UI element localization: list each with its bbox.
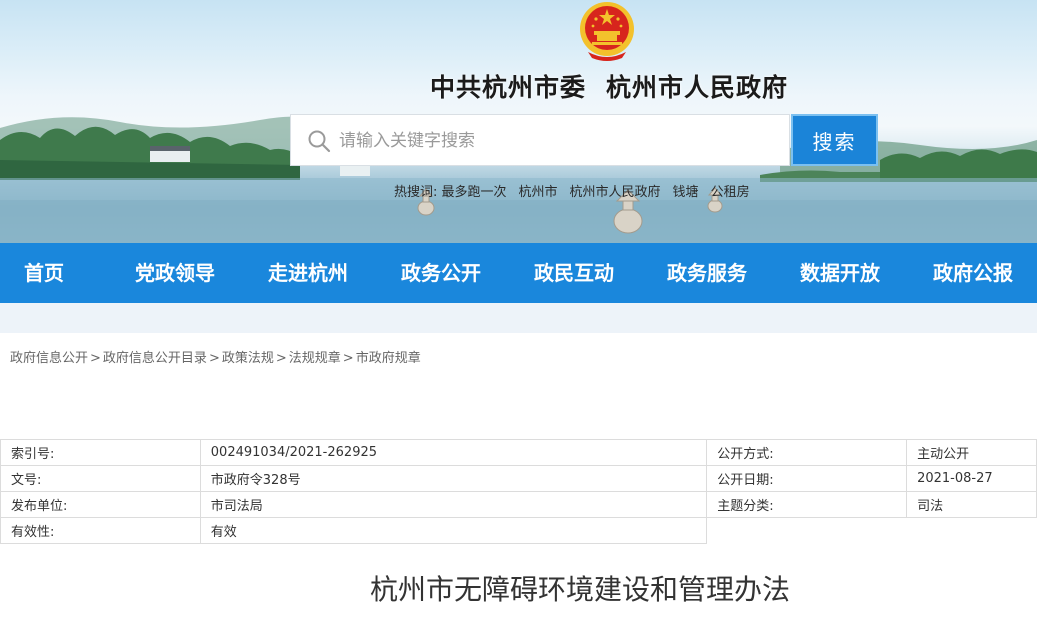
hot-search-words: 热搜词: 最多跑一次 杭州市 杭州市人民政府 钱塘 公租房 xyxy=(394,181,762,200)
main-nav: 首页 党政领导 走进杭州 政务公开 政民互动 政务服务 数据开放 政府公报 xyxy=(0,243,1037,303)
nav-item-open-data[interactable]: 数据开放 xyxy=(800,243,880,303)
search-button[interactable]: 搜索 xyxy=(791,114,878,166)
meta-value-doc-no: 市政府令328号 xyxy=(199,465,708,492)
meta-label: 公开方式: xyxy=(706,439,908,466)
site-title-party: 中共杭州市委 xyxy=(430,73,587,102)
breadcrumb-link[interactable]: 政府信息公开目录 xyxy=(103,351,207,366)
meta-label: 索引号: xyxy=(0,439,201,466)
site-title-government: 杭州市人民政府 xyxy=(606,73,789,102)
meta-value-index: 002491034/2021-262925 xyxy=(199,439,708,466)
nav-item-leadership[interactable]: 党政领导 xyxy=(135,243,215,303)
nav-item-home[interactable]: 首页 xyxy=(24,243,64,303)
breadcrumb-link[interactable]: 政府信息公开 xyxy=(10,351,88,366)
meta-value-method: 主动公开 xyxy=(906,439,1037,466)
header-banner: 中共杭州市委杭州市人民政府 搜索 热搜词: 最多跑一次杭州市杭州市人民政府钱塘公… xyxy=(0,0,1037,243)
breadcrumb-separator: > xyxy=(90,351,101,366)
table-row: 文号: 市政府令328号 公开日期: 2021-08-27 xyxy=(0,465,1037,492)
breadcrumb-separator: > xyxy=(275,351,287,366)
nav-item-interaction[interactable]: 政民互动 xyxy=(534,243,614,303)
meta-label: 文号: xyxy=(0,465,201,492)
hotword-link[interactable]: 钱塘 xyxy=(673,185,699,200)
hotword-link[interactable]: 杭州市 xyxy=(519,185,558,200)
meta-label: 公开日期: xyxy=(706,465,908,492)
meta-label: 有效性: xyxy=(0,517,201,544)
meta-value-validity: 有效 xyxy=(199,517,708,544)
nav-item-services[interactable]: 政务服务 xyxy=(667,243,747,303)
document-meta-table: 索引号: 002491034/2021-262925 公开方式: 主动公开 文号… xyxy=(0,439,1037,544)
site-title: 中共杭州市委 杭州市人民政府 xyxy=(430,68,788,104)
breadcrumb-separator: > xyxy=(208,351,220,366)
nav-item-government-affairs[interactable]: 政务公开 xyxy=(401,243,481,303)
breadcrumb-separator: > xyxy=(342,351,354,366)
meta-empty-cell xyxy=(706,517,1037,544)
hotword-link[interactable]: 杭州市人民政府 xyxy=(570,185,661,200)
hotword-link[interactable]: 公租房 xyxy=(711,185,750,200)
breadcrumb-link[interactable]: 政策法规 xyxy=(222,351,274,366)
meta-label: 发布单位: xyxy=(0,491,201,518)
search-box xyxy=(290,114,790,167)
breadcrumb-link[interactable]: 法规规章 xyxy=(289,351,341,366)
table-row: 有效性: 有效 xyxy=(0,517,1037,544)
search-icon xyxy=(308,130,331,153)
meta-label: 主题分类: xyxy=(706,491,908,518)
hotword-label[interactable]: 热搜词: 最多跑一次 xyxy=(394,185,507,200)
breadcrumb-link[interactable]: 市政府规章 xyxy=(356,351,421,366)
meta-value-topic: 司法 xyxy=(906,491,1037,518)
national-emblem-icon xyxy=(580,2,634,61)
table-row: 索引号: 002491034/2021-262925 公开方式: 主动公开 xyxy=(0,439,1037,466)
breadcrumb: 政府信息公开 > 政府信息公开目录 > 政策法规 > 法规规章 > 市政府规章 xyxy=(10,347,421,366)
meta-value-publisher: 市司法局 xyxy=(199,491,708,518)
search-input[interactable] xyxy=(337,115,781,167)
subnav-strip xyxy=(0,303,1037,333)
document-title: 杭州市无障碍环境建设和管理办法 xyxy=(369,573,790,606)
table-row: 发布单位: 市司法局 主题分类: 司法 xyxy=(0,491,1037,518)
meta-value-date: 2021-08-27 xyxy=(906,465,1037,492)
nav-item-gazette[interactable]: 政府公报 xyxy=(933,243,1013,303)
nav-item-about-hangzhou[interactable]: 走进杭州 xyxy=(268,243,348,303)
